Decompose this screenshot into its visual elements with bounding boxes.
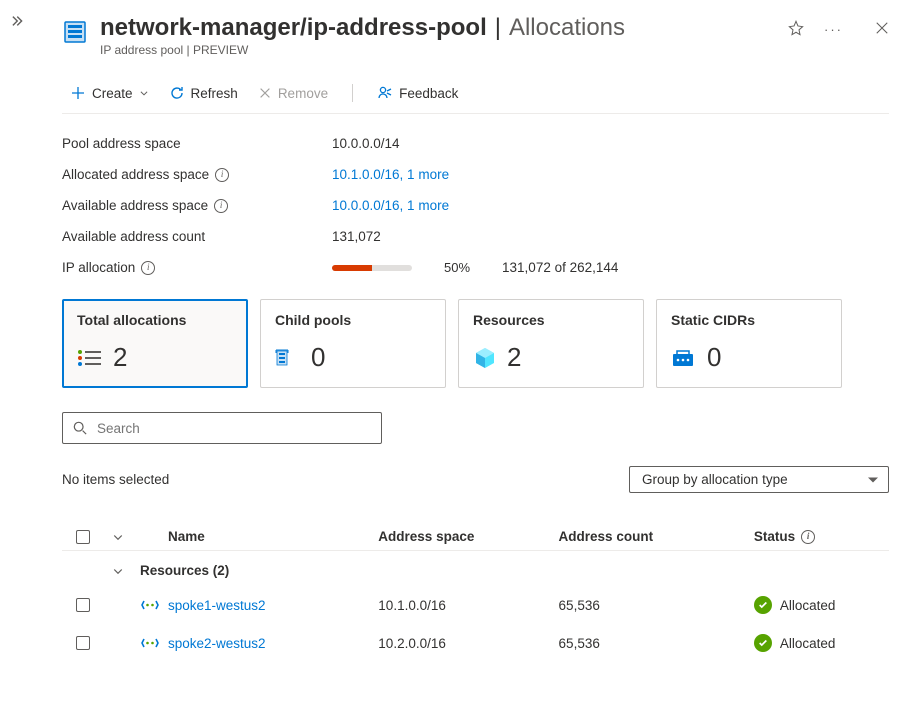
ip-pool-icon	[62, 18, 90, 49]
info-icon[interactable]: i	[141, 261, 155, 275]
ip-alloc-percent: 50%	[444, 260, 470, 275]
column-status[interactable]: Status i	[754, 529, 889, 544]
chevron-down-icon	[112, 531, 124, 543]
card-total-allocations[interactable]: Total allocations 2	[62, 299, 248, 388]
card-static-cidrs[interactable]: Static CIDRs 0	[656, 299, 842, 388]
child-pool-icon	[275, 347, 301, 369]
selection-status: No items selected	[62, 472, 169, 487]
resource-title: network-manager/ip-address-pool	[100, 14, 487, 42]
column-address-count[interactable]: Address count	[559, 529, 754, 544]
card-child-pools[interactable]: Child pools 0	[260, 299, 446, 388]
row-name[interactable]: spoke2-westus2	[168, 636, 378, 651]
group-by-dropdown[interactable]: Group by allocation type	[629, 466, 889, 493]
info-icon[interactable]: i	[801, 530, 815, 544]
pool-addr-space-value: 10.0.0.0/14	[332, 136, 889, 151]
row-address-space: 10.2.0.0/16	[378, 636, 558, 651]
cidr-icon	[671, 346, 697, 370]
column-address-space[interactable]: Address space	[378, 529, 558, 544]
collapse-all-toggle[interactable]	[104, 531, 132, 543]
list-icon	[77, 348, 103, 368]
info-icon[interactable]: i	[215, 168, 229, 182]
row-checkbox[interactable]	[76, 636, 90, 650]
alloc-addr-space-label: Allocated address space i	[62, 167, 332, 182]
row-address-count: 65,536	[559, 598, 754, 613]
table-header: Name Address space Address count Status …	[62, 523, 889, 551]
row-checkbox[interactable]	[76, 598, 90, 612]
row-status: Allocated	[780, 598, 836, 613]
group-row-resources[interactable]: Resources (2)	[62, 551, 889, 586]
table-row[interactable]: spoke1-westus210.1.0.0/1665,536 Allocated	[62, 586, 889, 624]
success-icon	[754, 634, 772, 652]
row-name[interactable]: spoke1-westus2	[168, 598, 378, 613]
page-section: Allocations	[509, 14, 625, 42]
pool-addr-space-label: Pool address space	[62, 136, 332, 151]
avail-addr-count-value: 131,072	[332, 229, 889, 244]
search-icon	[73, 421, 87, 435]
cube-icon	[473, 346, 497, 370]
search-input[interactable]	[95, 420, 371, 437]
search-box[interactable]	[62, 412, 382, 444]
chevron-down-icon	[139, 88, 149, 98]
avail-addr-count-label: Available address count	[62, 229, 332, 244]
vnet-icon	[141, 634, 159, 652]
toolbar: Create Refresh Remove Feedback	[62, 71, 889, 114]
select-all-checkbox[interactable]	[76, 530, 90, 544]
refresh-button[interactable]: Refresh	[161, 81, 246, 105]
row-status: Allocated	[780, 636, 836, 651]
row-address-space: 10.1.0.0/16	[378, 598, 558, 613]
remove-button: Remove	[250, 82, 336, 105]
favorite-icon[interactable]	[788, 20, 804, 38]
ip-alloc-counts: 131,072 of 262,144	[502, 260, 618, 275]
table-row[interactable]: spoke2-westus210.2.0.0/1665,536 Allocated	[62, 624, 889, 662]
alloc-addr-space-value[interactable]: 10.1.0.0/16, 1 more	[332, 167, 889, 182]
group-toggle[interactable]	[104, 565, 132, 577]
close-icon[interactable]	[875, 21, 889, 37]
avail-addr-space-label: Available address space i	[62, 198, 332, 213]
vnet-icon	[141, 596, 159, 614]
progress-bar	[332, 265, 412, 271]
more-icon[interactable]: ···	[824, 23, 843, 36]
avail-addr-space-value[interactable]: 10.0.0.0/16, 1 more	[332, 198, 889, 213]
success-icon	[754, 596, 772, 614]
create-button[interactable]: Create	[62, 81, 157, 105]
feedback-button[interactable]: Feedback	[369, 81, 466, 105]
info-icon[interactable]: i	[214, 199, 228, 213]
ip-alloc-progress: 50% 131,072 of 262,144	[332, 260, 889, 275]
row-address-count: 65,536	[559, 636, 754, 651]
page-subtitle: IP address pool | PREVIEW	[100, 43, 788, 57]
column-name[interactable]: Name	[168, 529, 378, 544]
ip-alloc-label: IP allocation i	[62, 260, 332, 275]
chevron-down-icon	[112, 565, 124, 577]
card-resources[interactable]: Resources 2	[458, 299, 644, 388]
expand-menu-icon[interactable]	[12, 16, 26, 31]
